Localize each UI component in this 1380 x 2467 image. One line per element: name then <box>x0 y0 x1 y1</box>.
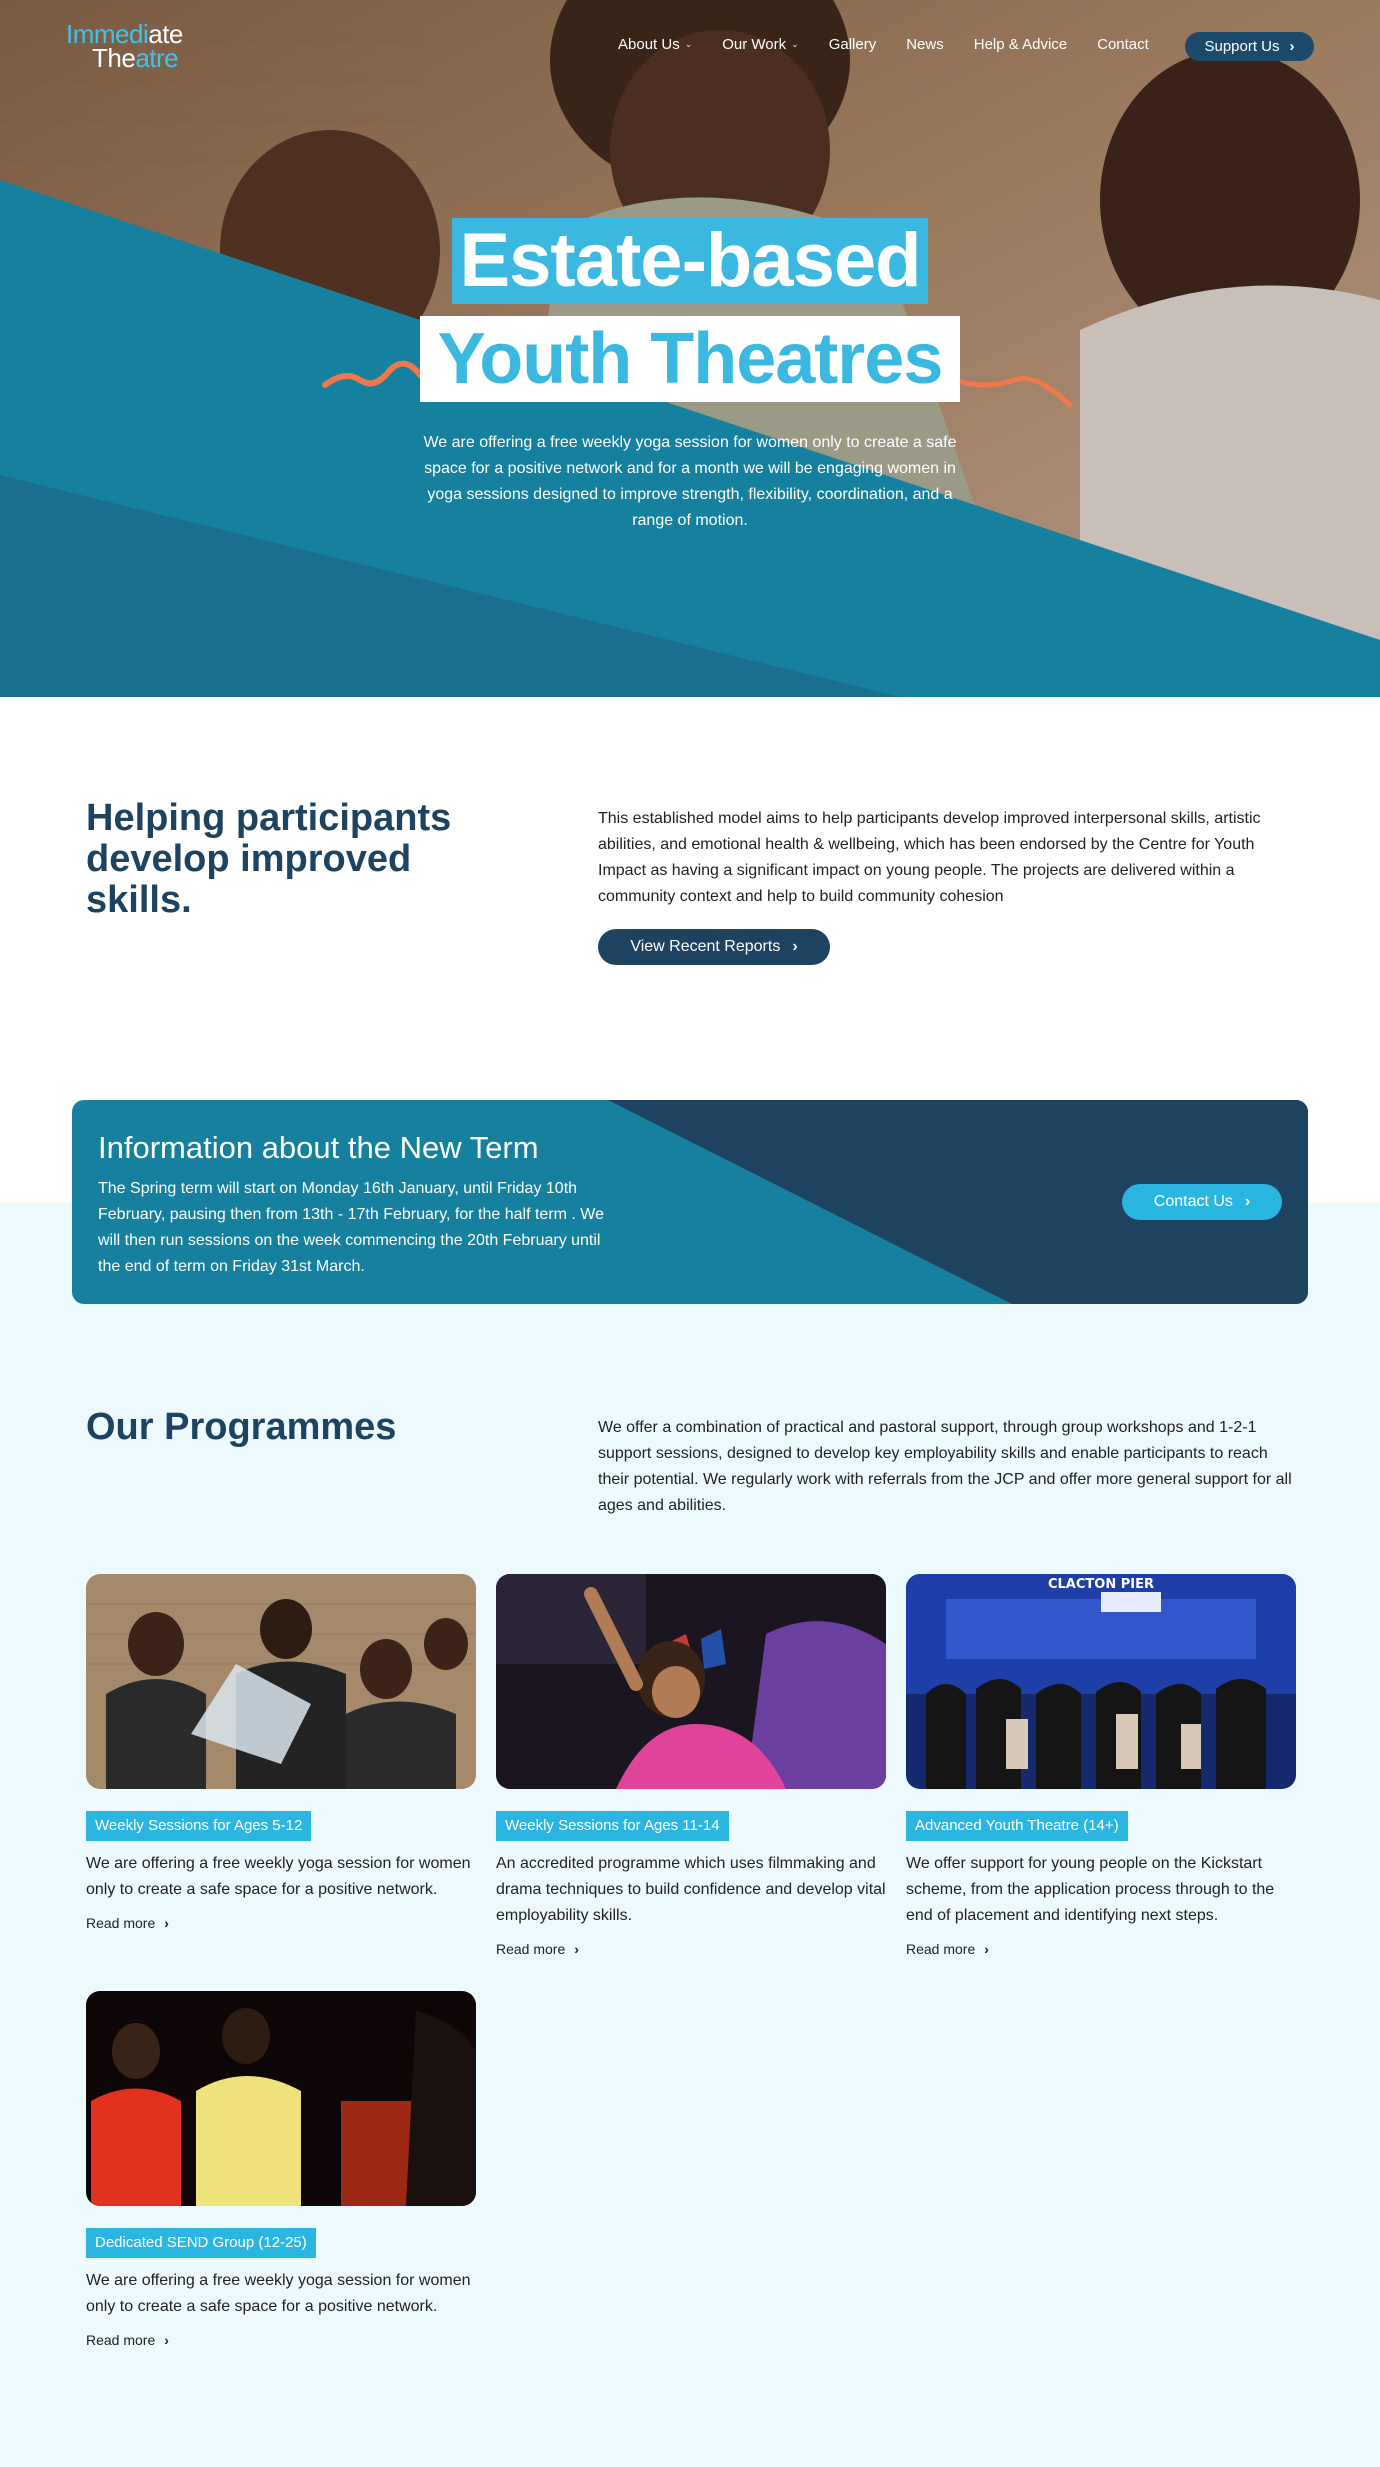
support-us-button[interactable]: Support Us › <box>1185 32 1314 61</box>
chevron-right-icon: › <box>1289 38 1295 55</box>
nav-menu: About Us ⌄ Our Work ⌄ Gallery News Help … <box>618 36 1179 53</box>
contact-us-label: Contact Us <box>1153 1193 1233 1210</box>
read-more-link[interactable]: Read more › <box>86 2332 476 2348</box>
nav-item-contact[interactable]: Contact <box>1097 36 1149 53</box>
logo-text-2b: atre <box>135 43 179 73</box>
programme-image[interactable] <box>86 1574 476 1789</box>
hero-title-line1: Estate-based <box>452 218 928 304</box>
view-recent-reports-label: View Recent Reports <box>630 938 781 955</box>
hero-section: Immediate Theatre About Us ⌄ Our Work ⌄ … <box>0 0 1380 697</box>
clacton-pier-sign: CLACTON PIER <box>1048 1577 1154 1592</box>
programme-tag[interactable]: Advanced Youth Theatre (14+) <box>906 1811 1128 1841</box>
nav-item-label: About Us <box>618 36 680 53</box>
nav-item-label: Gallery <box>828 36 877 53</box>
chevron-down-icon: ⌄ <box>684 39 693 49</box>
programme-tag[interactable]: Weekly Sessions for Ages 11-14 <box>496 1811 729 1841</box>
programme-card: CLACTON PIER Advanced Youth Theatre (14+… <box>906 1574 1296 1957</box>
nav-item-label: News <box>906 36 944 53</box>
programme-card: Weekly Sessions for Ages 11-14 An accred… <box>496 1574 886 1957</box>
logo-text-2a: The <box>92 43 136 73</box>
read-more-label: Read more <box>86 1915 156 1931</box>
read-more-link[interactable]: Read more › <box>906 1941 1296 1957</box>
programme-text: We offer support for young people on the… <box>906 1855 1275 1924</box>
support-us-label: Support Us <box>1204 38 1280 55</box>
main-nav: Immediate Theatre About Us ⌄ Our Work ⌄ … <box>0 0 1380 92</box>
read-more-label: Read more <box>496 1941 566 1957</box>
hero-description: We are offering a free weekly yoga sessi… <box>423 434 957 529</box>
read-more-label: Read more <box>906 1941 976 1957</box>
view-recent-reports-button[interactable]: View Recent Reports › <box>598 929 830 965</box>
chevron-down-icon: ⌄ <box>791 39 799 49</box>
programmes-text: We offer a combination of practical and … <box>598 1419 1292 1514</box>
nav-item-our-work[interactable]: Our Work ⌄ <box>722 36 798 53</box>
chevron-right-icon: › <box>164 2332 169 2348</box>
term-title: Information about the New Term <box>98 1130 539 1165</box>
helping-title: Helping participants develop improved sk… <box>86 797 452 921</box>
chevron-right-icon: › <box>792 938 798 955</box>
term-text: The Spring term will start on Monday 16t… <box>98 1180 605 1275</box>
nav-item-label: Our Work <box>722 36 787 53</box>
nav-item-help-advice[interactable]: Help & Advice <box>974 36 1067 53</box>
programme-tag[interactable]: Weekly Sessions for Ages 5-12 <box>86 1811 312 1841</box>
chevron-right-icon: › <box>1244 1193 1251 1210</box>
helping-text: This established model aims to help part… <box>598 810 1261 905</box>
nav-item-about-us[interactable]: About Us ⌄ <box>618 36 692 53</box>
programme-image[interactable] <box>496 1574 886 1789</box>
read-more-link[interactable]: Read more › <box>496 1941 886 1957</box>
chevron-right-icon: › <box>164 1915 169 1931</box>
read-more-label: Read more <box>86 2332 156 2348</box>
hero-title-line2: Youth Theatres <box>420 316 960 402</box>
chevron-right-icon: › <box>574 1941 579 1957</box>
programme-image[interactable] <box>86 1991 476 2206</box>
programme-text: An accredited programme which uses filmm… <box>496 1855 886 1924</box>
programmes-title: Our Programmes <box>86 1406 397 1448</box>
nav-item-label: Help & Advice <box>973 36 1068 53</box>
chevron-right-icon: › <box>984 1941 989 1957</box>
contact-us-button[interactable]: Contact Us › <box>1122 1184 1282 1220</box>
programme-text: We are offering a free weekly yoga sessi… <box>86 2272 471 2315</box>
logo[interactable]: Immediate Theatre <box>66 21 196 73</box>
programme-card: Dedicated SEND Group (12-25) We are offe… <box>86 1991 476 2348</box>
nav-item-label: Contact <box>1097 36 1149 53</box>
nav-item-gallery[interactable]: Gallery <box>829 36 877 53</box>
programme-image[interactable]: CLACTON PIER <box>906 1574 1296 1789</box>
read-more-link[interactable]: Read more › <box>86 1915 476 1931</box>
programme-card: Weekly Sessions for Ages 5-12 We are off… <box>86 1574 476 1931</box>
nav-item-news[interactable]: News <box>906 36 944 53</box>
programme-text: We are offering a free weekly yoga sessi… <box>86 1855 471 1898</box>
new-term-banner: Information about the New Term The Sprin… <box>72 1100 1308 1304</box>
programme-tag[interactable]: Dedicated SEND Group (12-25) <box>86 2228 316 2258</box>
scribble-right <box>952 375 1073 408</box>
